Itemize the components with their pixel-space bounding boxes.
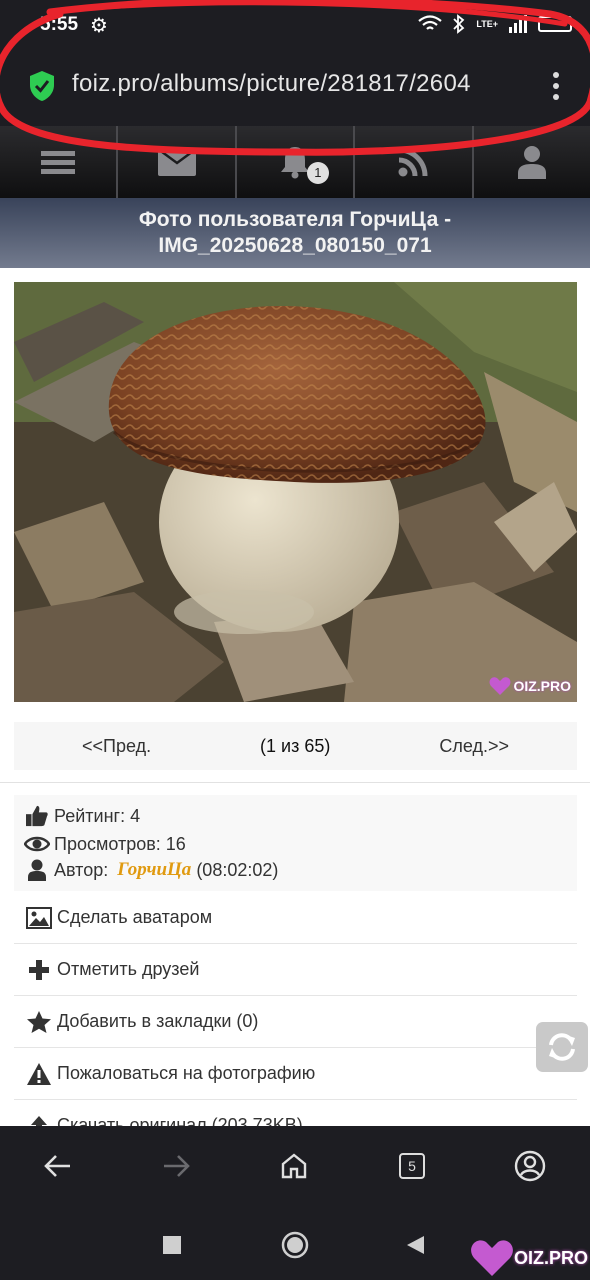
status-icons: LTE+ xyxy=(418,14,572,34)
author-time: (08:02:02) xyxy=(196,859,279,880)
author-name-link[interactable]: ГорчиЦа xyxy=(117,859,191,881)
home-button[interactable] xyxy=(274,1146,314,1186)
bookmark-action[interactable]: Добавить в закладки (0) xyxy=(14,996,577,1048)
rating-text: Рейтинг: 4 xyxy=(54,805,141,826)
photo-pager: <<Пред. (1 из 65) След.>> xyxy=(14,722,577,770)
recents-button[interactable] xyxy=(163,1236,181,1259)
back-button[interactable] xyxy=(38,1146,78,1186)
page-title-line2: IMG_20250628_080150_071 xyxy=(158,234,432,257)
forward-button[interactable] xyxy=(156,1146,196,1186)
system-home-button[interactable] xyxy=(281,1231,309,1264)
rating-row: Рейтинг: 4 xyxy=(24,805,140,827)
refresh-button[interactable] xyxy=(536,1022,588,1072)
envelope-icon xyxy=(157,148,196,176)
forward-arrow-icon xyxy=(164,1155,190,1177)
nav-menu-button[interactable] xyxy=(0,126,119,198)
heart-logo-icon xyxy=(471,1240,513,1276)
photo-position: (1 из 65) xyxy=(260,735,331,756)
browser-toolbar: 5 xyxy=(0,1126,590,1208)
status-bar: 5:55 ⚙ LTE+ xyxy=(0,0,590,50)
tab-count: 5 xyxy=(399,1153,425,1179)
account-circle-icon xyxy=(514,1150,546,1182)
site-nav: 1 xyxy=(0,126,590,199)
page-title-line1: Фото пользователя ГорчиЦа - xyxy=(138,208,452,231)
set-avatar-label: Сделать аватаром xyxy=(57,907,213,927)
notification-badge: 1 xyxy=(306,162,329,184)
eye-icon xyxy=(24,836,50,852)
hamburger-icon xyxy=(41,151,76,174)
author-row: Автор: ГорчиЦа (08:02:02) xyxy=(24,859,278,881)
nav-mail-button[interactable] xyxy=(118,126,237,198)
report-label: Пожаловаться на фотографию xyxy=(57,1063,316,1083)
report-action[interactable]: Пожаловаться на фотографию xyxy=(14,1048,577,1100)
views-row: Просмотров: 16 xyxy=(24,833,186,855)
tabs-button[interactable]: 5 xyxy=(392,1146,432,1186)
views-text: Просмотров: 16 xyxy=(54,833,186,854)
rss-icon xyxy=(398,147,428,177)
prev-link[interactable]: <<Пред. xyxy=(82,736,151,757)
photo-info: Рейтинг: 4 Просмотров: 16 Автор: ГорчиЦа… xyxy=(14,795,577,891)
nav-profile-button[interactable] xyxy=(474,126,590,198)
home-icon xyxy=(281,1153,307,1179)
photo-watermark: OIZ.PRO xyxy=(489,676,571,696)
square-icon xyxy=(163,1236,181,1254)
author-label: Автор: xyxy=(54,859,109,880)
battery-icon xyxy=(538,16,572,32)
star-icon xyxy=(27,1010,51,1033)
warning-icon xyxy=(27,1062,51,1085)
heart-logo-icon xyxy=(489,677,511,695)
browser-menu-icon[interactable] xyxy=(552,72,560,102)
photo-watermark-text: OIZ.PRO xyxy=(513,678,571,694)
corner-watermark: OIZ.PRO xyxy=(470,1238,588,1278)
bluetooth-icon xyxy=(453,14,465,34)
signal-icon xyxy=(509,15,527,33)
circle-icon xyxy=(281,1231,309,1259)
status-time: 5:55 xyxy=(40,14,79,35)
divider xyxy=(0,782,590,783)
nav-feed-button[interactable] xyxy=(355,126,474,198)
album-photo[interactable]: OIZ.PRO xyxy=(14,282,577,702)
url-text[interactable]: foiz.pro/albums/picture/281817/2604 xyxy=(72,70,522,98)
account-button[interactable] xyxy=(510,1146,550,1186)
page-title: Фото пользователя ГорчиЦа - IMG_20250628… xyxy=(0,198,590,268)
image-icon xyxy=(26,906,52,929)
bookmark-label: Добавить в закладки (0) xyxy=(57,1011,259,1031)
wifi-icon xyxy=(418,15,443,30)
triangle-back-icon xyxy=(407,1236,424,1254)
url-bar[interactable]: foiz.pro/albums/picture/281817/2604 xyxy=(0,50,590,126)
tag-friends-label: Отметить друзей xyxy=(57,959,200,979)
next-link[interactable]: След.>> xyxy=(439,736,509,757)
thumbs-up-icon xyxy=(26,805,48,827)
user-icon xyxy=(28,859,46,881)
secure-shield-icon xyxy=(30,71,54,101)
corner-watermark-text: OIZ.PRO xyxy=(513,1247,588,1268)
nav-notifications-button[interactable]: 1 xyxy=(237,126,356,198)
photo-actions: Сделать аватаром Отметить друзей Добавит… xyxy=(14,892,577,1152)
set-avatar-action[interactable]: Сделать аватаром xyxy=(14,892,577,944)
gear-icon: ⚙ xyxy=(90,15,108,37)
lte-label: LTE+ xyxy=(476,18,498,29)
refresh-icon xyxy=(549,1033,575,1061)
plus-icon xyxy=(29,959,49,980)
mushroom-photo-illustration xyxy=(14,282,577,702)
system-back-button[interactable] xyxy=(405,1235,425,1260)
tag-friends-action[interactable]: Отметить друзей xyxy=(14,944,577,996)
user-icon xyxy=(517,146,546,179)
back-arrow-icon xyxy=(44,1155,70,1177)
